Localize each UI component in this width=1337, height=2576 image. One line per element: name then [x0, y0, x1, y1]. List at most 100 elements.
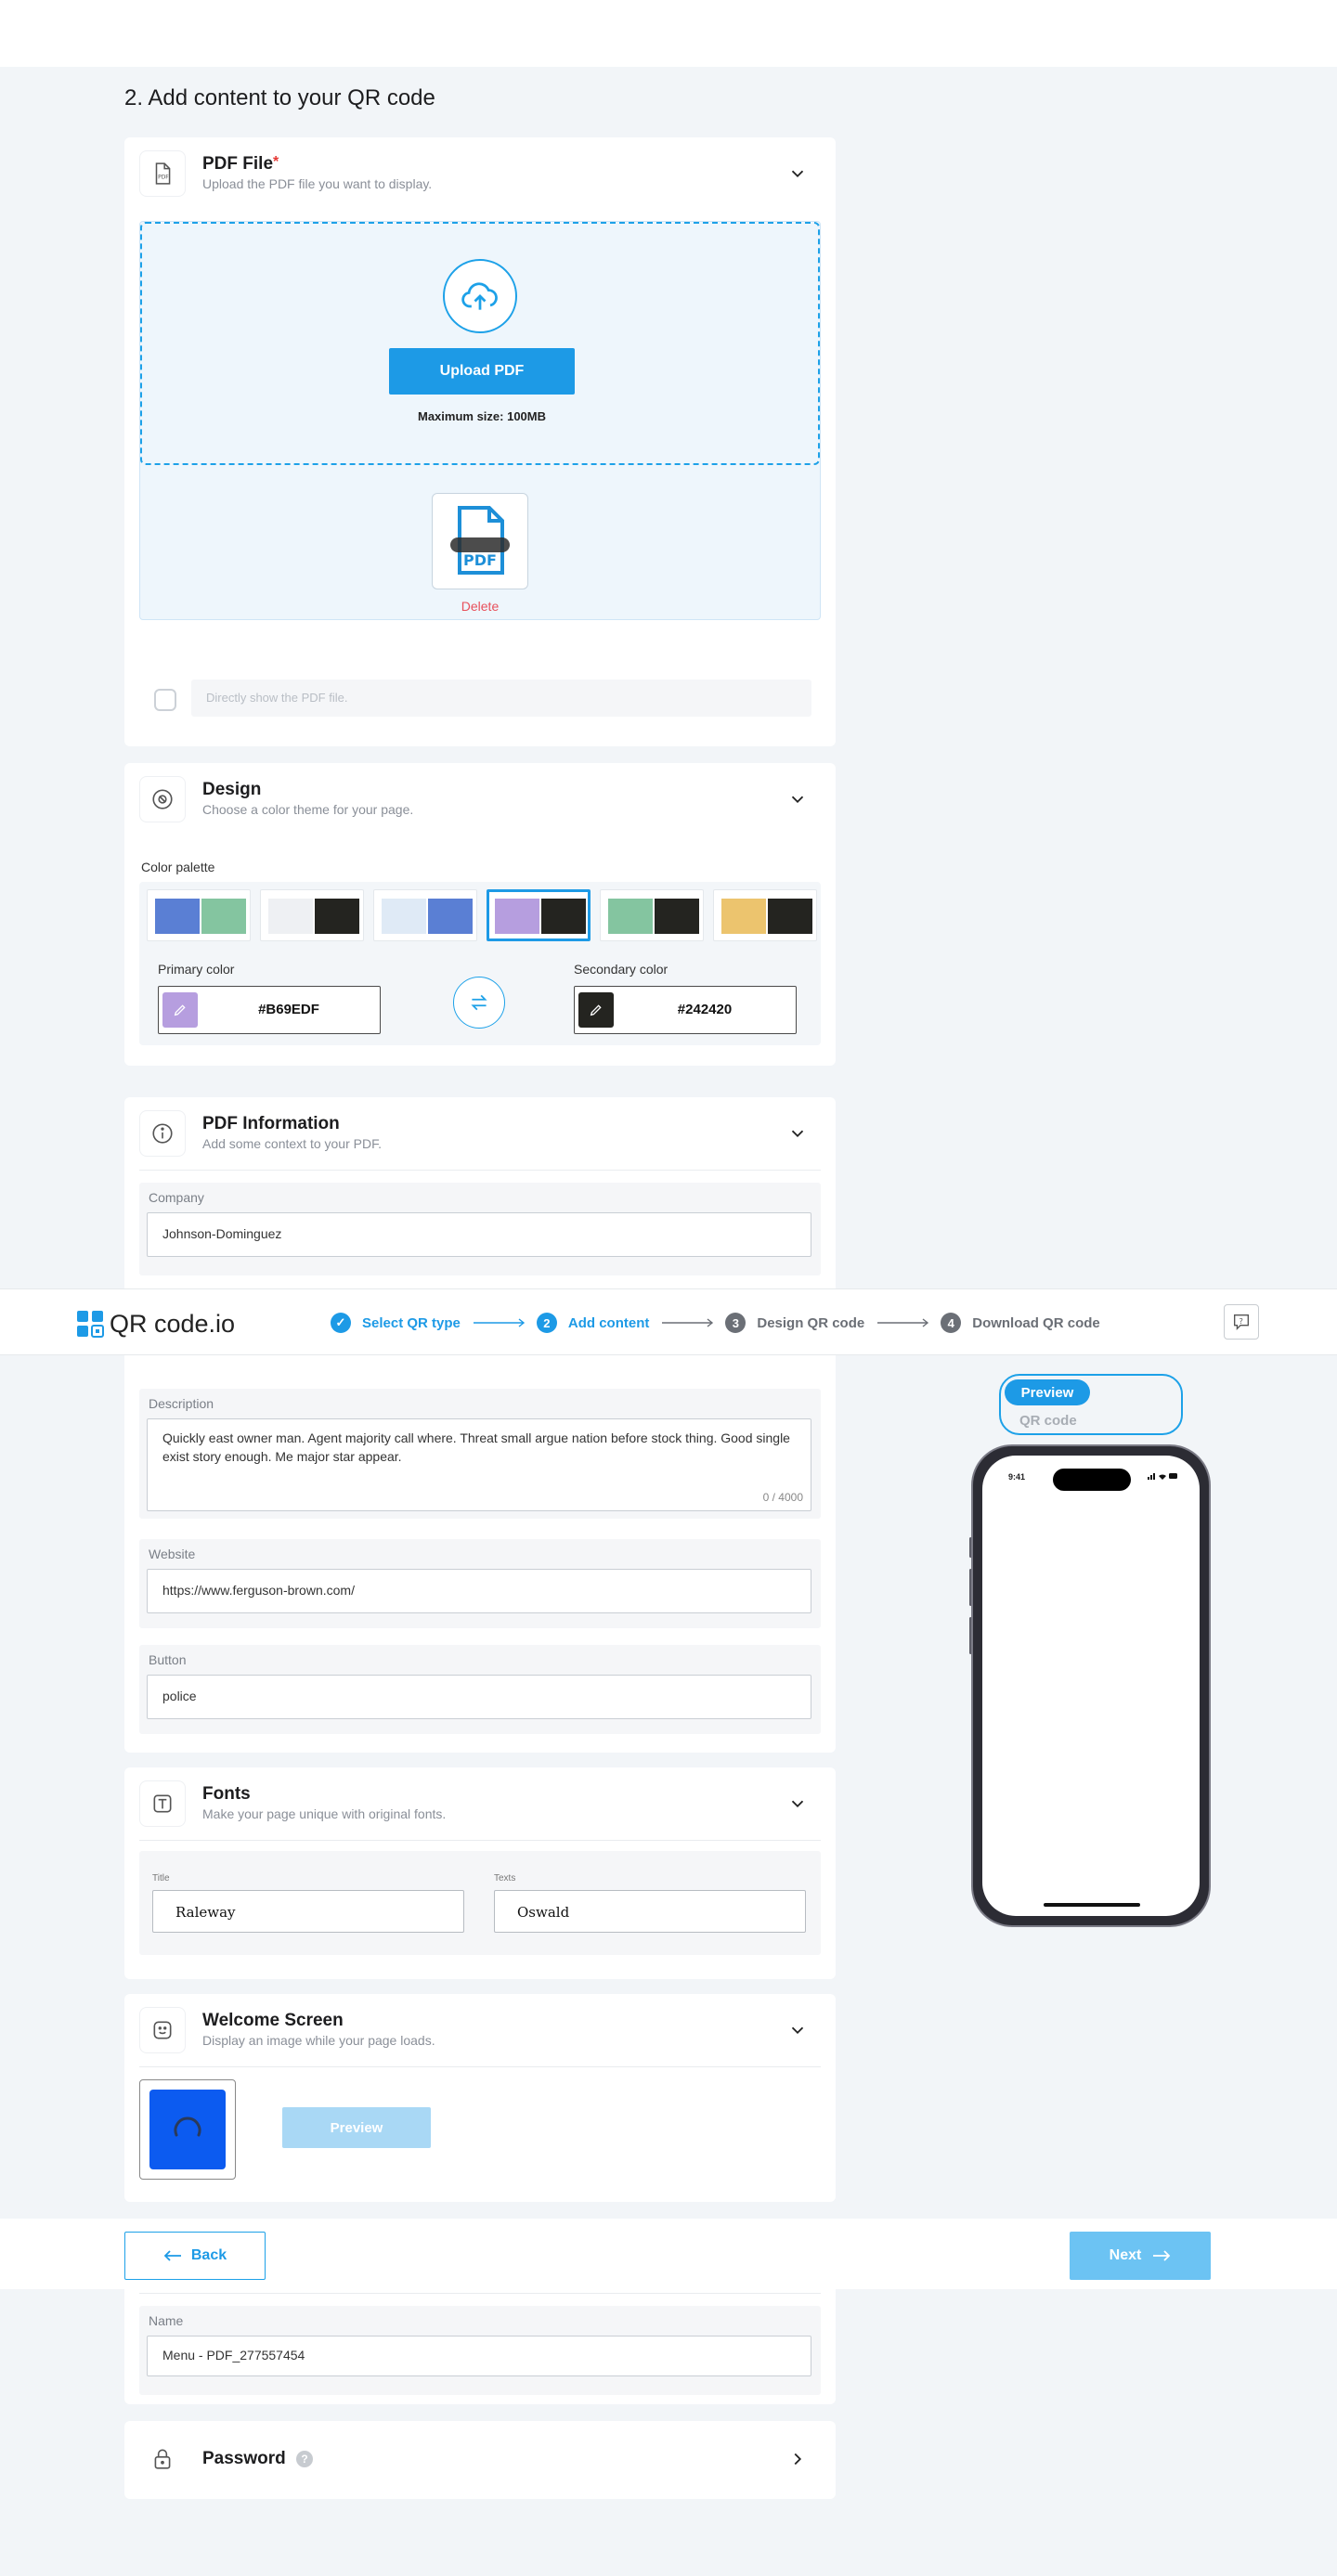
website-input[interactable]: https://www.ferguson-brown.com/	[147, 1569, 811, 1613]
palette-swatch[interactable]	[147, 889, 251, 941]
swatch-primary	[382, 899, 426, 934]
design-card-header[interactable]: Design Choose a color theme for your pag…	[139, 776, 821, 822]
smiley-icon	[139, 2007, 186, 2053]
fonts-card-header[interactable]: Fonts Make your page unique with origina…	[139, 1780, 821, 1827]
password-help-icon[interactable]: ?	[296, 2450, 314, 2467]
password-title: Password ?	[202, 2449, 314, 2469]
chevron-down-icon[interactable]	[787, 2020, 808, 2040]
welcome-card-header[interactable]: Welcome Screen Display an image while yo…	[139, 2007, 821, 2053]
help-glyph: ?	[1240, 1316, 1243, 1326]
swatch-primary	[721, 899, 766, 934]
help-button[interactable]: ?	[1224, 1304, 1259, 1340]
step-arrow-icon	[877, 1318, 929, 1327]
button-label: Button	[149, 1652, 187, 1667]
pdf-dropzone[interactable]: Upload PDF Maximum size: 100MB	[140, 222, 820, 465]
pdf-card-title-text: PDF File	[202, 154, 274, 174]
info-card-header[interactable]: PDF Information Add some context to your…	[139, 1110, 821, 1157]
description-counter: 0 / 4000	[762, 1491, 803, 1504]
chevron-down-icon[interactable]	[787, 1123, 808, 1144]
palette-icon	[139, 776, 186, 822]
secondary-color-label: Secondary color	[574, 962, 668, 977]
delete-pdf-link[interactable]: Delete	[140, 599, 820, 614]
pdf-card-subtitle: Upload the PDF file you want to display.	[202, 176, 433, 191]
welcome-preview-button[interactable]: Preview	[282, 2107, 431, 2148]
phone-preview: 9:41	[971, 1444, 1211, 1927]
logo[interactable]: QR code.io	[76, 1310, 235, 1338]
title-font-select[interactable]: Raleway	[152, 1890, 464, 1933]
loading-spinner-icon	[174, 2116, 201, 2137]
pdf-card-title: PDF File*	[202, 154, 279, 175]
password-card-header[interactable]: Password ?	[139, 2436, 821, 2482]
preview-toggle[interactable]: Preview QR code	[999, 1374, 1183, 1435]
step-arrow-icon	[662, 1318, 714, 1327]
secondary-color-input[interactable]: #242420	[574, 986, 797, 1034]
swatch-primary	[608, 899, 653, 934]
button-input[interactable]: police	[147, 1675, 811, 1719]
step-3[interactable]: 3 Design QR code	[725, 1313, 864, 1333]
next-label: Next	[1109, 2247, 1142, 2263]
step-number: 2	[536, 1313, 557, 1333]
step-label: Select QR type	[362, 1314, 461, 1331]
pdf-document-icon: PDF	[450, 506, 510, 575]
palette-swatch[interactable]	[487, 889, 591, 941]
step-4[interactable]: 4 Download QR code	[941, 1313, 1100, 1333]
chevron-right-icon[interactable]	[787, 2449, 808, 2469]
pdf-card-header[interactable]: PDF PDF File* Upload the PDF file you wa…	[139, 150, 821, 197]
pencil-icon	[174, 1004, 186, 1016]
chevron-down-icon[interactable]	[787, 1793, 808, 1814]
back-button[interactable]: Back	[124, 2232, 266, 2280]
color-palette-label: Color palette	[141, 860, 215, 874]
info-icon	[139, 1110, 186, 1157]
secondary-color-value: #242420	[677, 1002, 733, 1017]
welcome-screen-card: Welcome Screen Display an image while yo…	[124, 1994, 836, 2202]
description-input[interactable]: Quickly east owner man. Agent majority c…	[147, 1418, 811, 1511]
password-card[interactable]: Password ?	[124, 2421, 836, 2499]
description-text: Quickly east owner man. Agent majority c…	[162, 1430, 790, 1464]
step-1[interactable]: ✓ Select QR type	[331, 1313, 461, 1333]
design-card-title: Design	[202, 780, 262, 799]
swap-colors-button[interactable]	[453, 977, 505, 1029]
name-input[interactable]: Menu - PDF_277557454	[147, 2336, 811, 2376]
pdf-information-card: PDF Information Add some context to your…	[124, 1097, 836, 1753]
qr-code-tab[interactable]: QR code	[1019, 1413, 1077, 1429]
secondary-color-chip[interactable]	[578, 992, 614, 1028]
font-icon	[139, 1780, 186, 1827]
chevron-down-icon[interactable]	[787, 789, 808, 809]
preview-tab[interactable]: Preview	[1005, 1379, 1090, 1405]
max-size-note: Maximum size: 100MB	[418, 409, 546, 423]
description-field: Description Quickly east owner man. Agen…	[139, 1389, 821, 1519]
dynamic-island	[1053, 1469, 1131, 1491]
title-font-label: Title	[152, 1873, 170, 1883]
step-2[interactable]: 2 Add content	[536, 1313, 649, 1333]
lock-icon	[139, 2436, 186, 2482]
help-chat-icon: ?	[1233, 1314, 1250, 1330]
primary-color-value: #B69EDF	[258, 1002, 319, 1017]
upload-pdf-button[interactable]: Upload PDF	[389, 348, 575, 395]
palette-swatch[interactable]	[373, 889, 477, 941]
palette-swatch[interactable]	[600, 889, 704, 941]
name-field: Name Menu - PDF_277557454	[139, 2306, 821, 2395]
footer-bar: Back Next	[0, 2219, 1337, 2289]
welcome-image-thumbnail[interactable]	[139, 2079, 236, 2180]
texts-font-select[interactable]: Oswald	[494, 1890, 806, 1933]
primary-color-input[interactable]: #B69EDF	[158, 986, 381, 1034]
website-field: Website https://www.ferguson-brown.com/	[139, 1539, 821, 1628]
palette-swatch[interactable]	[260, 889, 364, 941]
step-label: Design QR code	[757, 1314, 865, 1331]
company-input[interactable]: Johnson-Dominguez	[147, 1212, 811, 1257]
info-card-divider	[139, 1170, 821, 1171]
next-button[interactable]: Next	[1070, 2232, 1211, 2280]
svg-text:PDF: PDF	[158, 174, 169, 180]
info-card-subtitle: Add some context to your PDF.	[202, 1136, 382, 1151]
palette-swatch[interactable]	[713, 889, 817, 941]
swatch-secondary	[315, 899, 359, 934]
welcome-card-title: Welcome Screen	[202, 2011, 344, 2030]
step-number: 3	[725, 1313, 746, 1333]
chevron-down-icon[interactable]	[787, 163, 808, 184]
direct-show-row: Directly show the PDF file.	[139, 680, 821, 717]
primary-color-chip[interactable]	[162, 992, 198, 1028]
fonts-card-title: Fonts	[202, 1784, 251, 1804]
direct-show-checkbox[interactable]	[154, 689, 176, 711]
step-number: 4	[941, 1313, 962, 1333]
step-heading: 2. Add content to your QR code	[124, 85, 435, 110]
